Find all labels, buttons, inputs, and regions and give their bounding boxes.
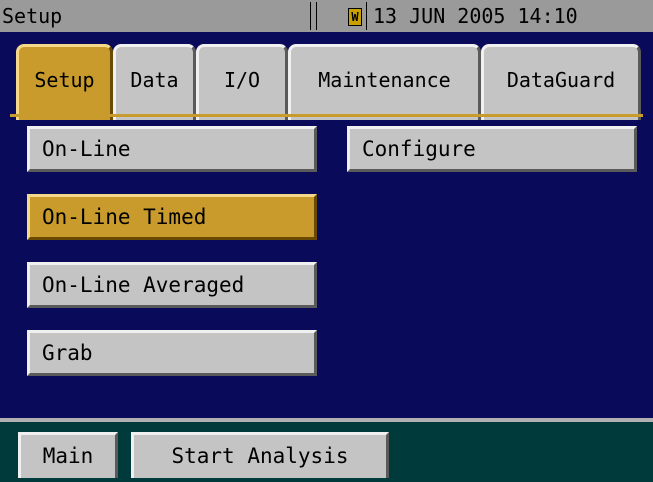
- tab-dataguard[interactable]: DataGuard: [481, 44, 641, 120]
- online-averaged-button[interactable]: On-Line Averaged: [27, 262, 317, 308]
- title-divider: [310, 2, 311, 30]
- main-panel: Setup Data I/O Maintenance DataGuard On-…: [0, 32, 653, 422]
- tab-data[interactable]: Data: [113, 44, 196, 120]
- title-divider: [316, 2, 317, 30]
- main-button[interactable]: Main: [18, 432, 118, 478]
- grab-button[interactable]: Grab: [27, 330, 317, 376]
- title-bar: Setup W 13 JUN 2005 14:10: [0, 0, 653, 32]
- tab-io[interactable]: I/O: [196, 44, 288, 120]
- configure-button[interactable]: Configure: [347, 126, 637, 172]
- datetime-display: 13 JUN 2005 14:10: [373, 4, 578, 28]
- tab-underline: [10, 114, 643, 117]
- title-divider: [366, 2, 367, 30]
- window-title: Setup: [2, 4, 63, 28]
- start-analysis-button[interactable]: Start Analysis: [131, 432, 389, 478]
- tab-setup[interactable]: Setup: [16, 44, 113, 120]
- online-timed-button[interactable]: On-Line Timed: [27, 194, 317, 240]
- bottom-bar: Main Start Analysis: [0, 422, 653, 482]
- online-button[interactable]: On-Line: [27, 126, 317, 172]
- alarm-indicator-icon[interactable]: W: [348, 8, 362, 26]
- tab-maintenance[interactable]: Maintenance: [288, 44, 481, 120]
